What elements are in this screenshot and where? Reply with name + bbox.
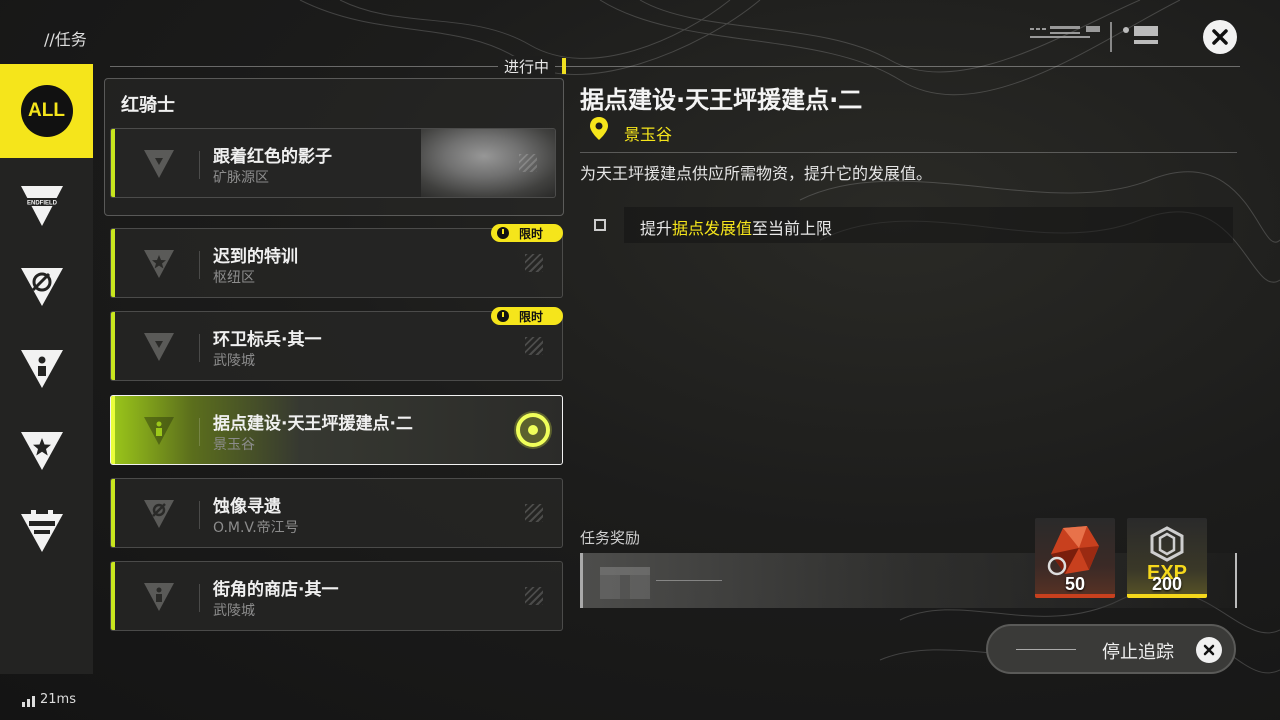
quest-location: 矿脉源区	[213, 170, 269, 186]
triangle-icon	[144, 333, 174, 361]
card-divider	[199, 334, 200, 362]
card-accent	[111, 229, 115, 297]
hatch-decoration	[525, 504, 543, 522]
card-accent	[111, 129, 115, 197]
close-icon	[1196, 637, 1222, 663]
quest-name: 蚀像寻遗	[213, 497, 281, 517]
reward-arrow	[656, 580, 722, 581]
card-accent	[111, 312, 115, 380]
quest-card[interactable]: 跟着红色的影子 矿脉源区	[110, 128, 556, 198]
hatch-decoration	[525, 337, 543, 355]
limited-time-badge: 限时	[491, 307, 563, 325]
star-icon	[21, 432, 63, 470]
badge-label: 限时	[519, 226, 544, 241]
objective-checkbox	[594, 219, 606, 231]
objective-prefix: 提升	[640, 219, 673, 238]
card-accent	[111, 479, 115, 547]
header-divider	[110, 66, 1240, 67]
endfield-icon: ENDFIELD	[19, 186, 65, 226]
sidebar-item-rotate[interactable]	[18, 262, 66, 310]
clock-icon	[497, 310, 509, 322]
status-label: 进行中	[498, 56, 556, 77]
quest-name: 迟到的特训	[213, 247, 298, 267]
rarity-bar	[1035, 594, 1115, 598]
sidebar-item-star[interactable]	[18, 426, 66, 474]
quest-location: 景玉谷	[213, 437, 255, 453]
quest-name: 街角的商店·其一	[213, 580, 339, 600]
button-decoration-line	[1016, 649, 1076, 650]
quest-location: O.M.V.帝江号	[213, 520, 299, 536]
crystal-reward[interactable]: 50	[1035, 518, 1115, 598]
close-button[interactable]	[1203, 20, 1237, 54]
person-triangle-icon	[144, 417, 174, 445]
reward-quantity: 200	[1151, 574, 1183, 594]
battery-icon	[21, 510, 63, 552]
sidebar-item-battery[interactable]	[18, 508, 66, 556]
reward-label: 任务奖励	[580, 529, 641, 547]
objective-highlight: 据点发展值	[672, 219, 753, 238]
quest-card[interactable]: 街角的商店·其一 武陵城	[110, 561, 563, 631]
card-accent	[111, 396, 115, 464]
endfield-label: ENDFIELD	[27, 201, 58, 207]
detail-divider	[580, 152, 1237, 153]
quest-location: 武陵城	[213, 603, 255, 619]
page-title: //任务	[44, 30, 87, 49]
all-icon: ALL	[20, 85, 73, 137]
detail-description: 为天王坪援建点供应所需物资，提升它的发展值。	[580, 164, 933, 183]
supply-box-icon	[600, 567, 650, 599]
close-icon	[1212, 29, 1228, 45]
objective-row: 提升据点发展值至当前上限	[624, 207, 1233, 243]
hatch-decoration	[525, 254, 543, 272]
quest-card-active[interactable]: 据点建设·天王坪援建点·二 景玉谷	[110, 395, 563, 465]
reward-track-end	[1235, 553, 1237, 608]
card-divider	[199, 151, 200, 179]
detail-title: 据点建设·天王坪援建点·二	[580, 86, 863, 114]
clock-icon	[497, 227, 509, 239]
exp-reward[interactable]: EXP 200	[1127, 518, 1207, 598]
reward-quantity: 50	[1064, 574, 1086, 594]
sidebar-item-person[interactable]	[18, 344, 66, 392]
rarity-bar	[1127, 594, 1207, 598]
sidebar-item-all[interactable]: ALL	[0, 64, 93, 158]
person-triangle-icon	[144, 583, 174, 611]
status-indicator	[562, 58, 566, 74]
ping-value: 21ms	[40, 692, 76, 707]
limited-time-badge: 限时	[491, 224, 563, 242]
signal-icon	[22, 696, 35, 707]
objective-text: 提升据点发展值至当前上限	[640, 215, 832, 239]
tracking-target-icon	[514, 411, 552, 449]
rotate-triangle-icon	[144, 500, 174, 528]
hatch-decoration	[525, 587, 543, 605]
sidebar-item-endfield[interactable]: ENDFIELD	[18, 182, 66, 230]
quest-name: 据点建设·天王坪援建点·二	[213, 414, 413, 434]
group-title: 红骑士	[121, 95, 175, 116]
card-divider	[199, 418, 200, 446]
location-pin-icon	[590, 117, 608, 140]
triangle-icon	[144, 150, 174, 178]
hud-decoration	[1030, 22, 1158, 52]
card-divider	[199, 251, 200, 279]
stop-tracking-label: 停止追踪	[1102, 642, 1174, 663]
quest-name: 跟着红色的影子	[213, 147, 332, 167]
rotate-icon	[21, 268, 63, 306]
exp-icon	[1150, 526, 1184, 562]
quest-location: 枢纽区	[213, 270, 255, 286]
category-sidebar: ALL ENDFIELD	[0, 64, 93, 674]
quest-card[interactable]: 蚀像寻遗 O.M.V.帝江号	[110, 478, 563, 548]
network-ping: 21ms	[22, 692, 76, 707]
card-accent	[111, 562, 115, 630]
stop-tracking-button[interactable]: 停止追踪	[986, 624, 1236, 674]
detail-location: 景玉谷	[624, 125, 673, 144]
hatch-decoration	[519, 154, 537, 172]
star-triangle-icon	[144, 250, 174, 278]
badge-label: 限时	[519, 309, 544, 324]
objective-suffix: 至当前上限	[752, 219, 833, 238]
person-icon	[21, 350, 63, 388]
card-divider	[199, 501, 200, 529]
quest-name: 环卫标兵·其一	[213, 330, 322, 350]
quest-location: 武陵城	[213, 353, 255, 369]
card-divider	[199, 584, 200, 612]
